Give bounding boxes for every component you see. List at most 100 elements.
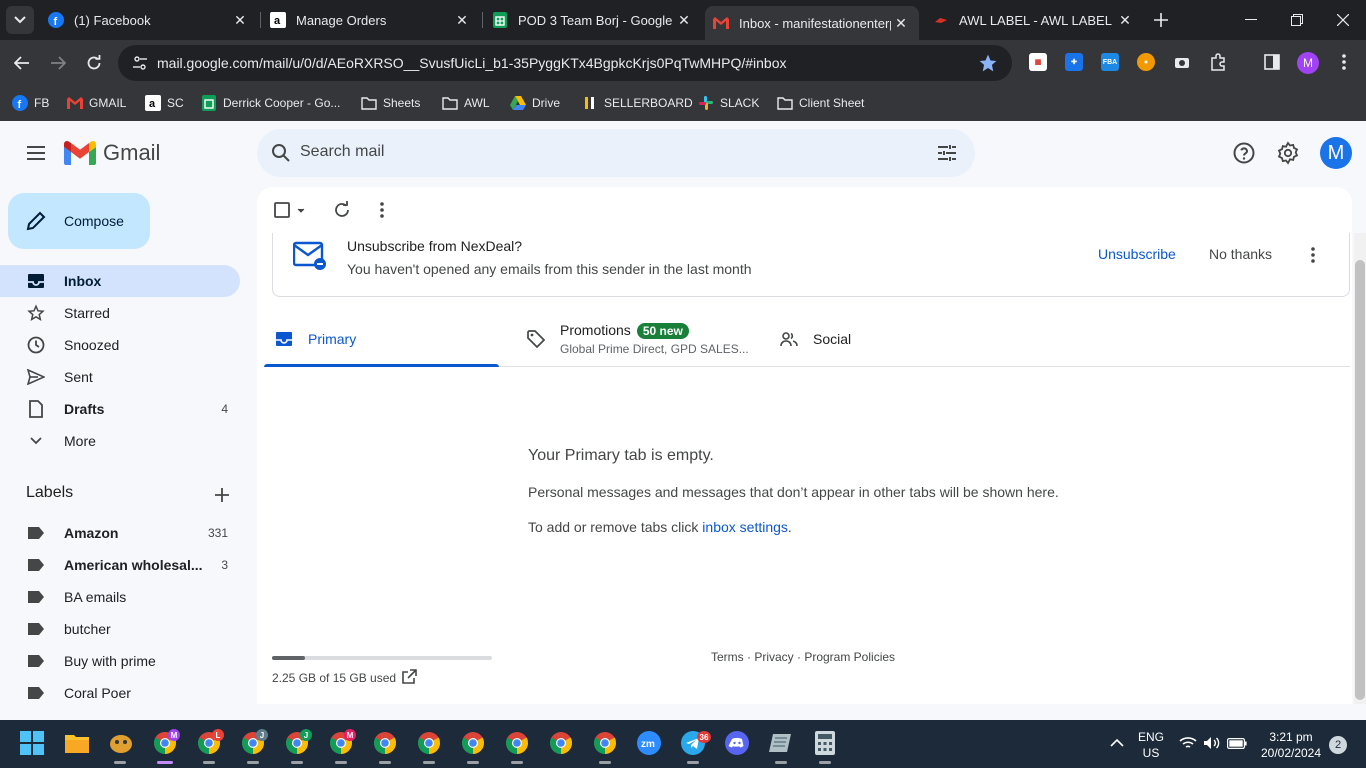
- browser-menu-icon[interactable]: [1335, 53, 1353, 71]
- label-item-buy-with-prime[interactable]: Buy with prime: [0, 645, 240, 677]
- chrome-icon[interactable]: [416, 730, 442, 756]
- label-item-coral-poer[interactable]: Coral Poer: [0, 677, 240, 709]
- browser-tab-gmail-active[interactable]: Inbox - manifestationenterprises ✕: [705, 6, 919, 40]
- close-tab-icon[interactable]: ✕: [674, 10, 694, 30]
- nav-item-starred[interactable]: Starred: [0, 297, 240, 329]
- label-item-american-wholesale[interactable]: American wholesal... 3: [0, 549, 240, 581]
- tab-primary[interactable]: Primary: [274, 310, 356, 367]
- refresh-button[interactable]: [332, 200, 352, 220]
- tray-overflow-chevron-icon[interactable]: [1110, 738, 1124, 748]
- bookmark-drive[interactable]: Drive: [510, 92, 560, 114]
- chrome-icon[interactable]: [504, 730, 530, 756]
- banner-more-icon[interactable]: [1303, 245, 1323, 265]
- more-actions-button[interactable]: [372, 200, 392, 220]
- nav-item-inbox[interactable]: Inbox: [0, 265, 240, 297]
- chrome-icon[interactable]: [372, 730, 398, 756]
- document-app-icon[interactable]: [768, 730, 794, 756]
- extension-icon-2[interactable]: ✚: [1065, 53, 1083, 71]
- label-item-amazon[interactable]: Amazon 331: [0, 517, 240, 549]
- bookmark-sc[interactable]: a SC: [145, 92, 184, 114]
- browser-tab-awl-label[interactable]: AWL LABEL - AWL LABEL ✕: [925, 0, 1143, 40]
- chrome-icon[interactable]: [592, 730, 618, 756]
- discord-icon[interactable]: [724, 730, 750, 756]
- side-panel-icon[interactable]: [1263, 53, 1281, 71]
- battery-icon[interactable]: [1227, 738, 1247, 749]
- input-region[interactable]: US: [1136, 746, 1166, 760]
- fba-extension-icon[interactable]: FBA: [1101, 53, 1119, 71]
- tab-search-button[interactable]: [6, 6, 34, 34]
- nav-item-drafts[interactable]: Drafts 4: [0, 393, 240, 425]
- close-window-button[interactable]: [1320, 0, 1366, 40]
- footer-links[interactable]: Terms · Privacy · Program Policies: [711, 650, 895, 664]
- label-tag-icon: [28, 591, 44, 603]
- address-bar[interactable]: mail.google.com/mail/u/0/d/AEoRXRSO__Svu…: [118, 45, 1012, 81]
- windows-start-icon[interactable]: [19, 730, 45, 756]
- camera-extension-icon[interactable]: [1173, 53, 1191, 71]
- chrome-icon[interactable]: [548, 730, 574, 756]
- restore-button[interactable]: [1274, 0, 1320, 40]
- bookmark-sellerboard[interactable]: SELLERBOARD: [582, 92, 693, 114]
- input-language[interactable]: ENG: [1136, 730, 1166, 744]
- label-item-butcher[interactable]: butcher: [0, 613, 240, 645]
- search-bar[interactable]: Search mail: [257, 129, 975, 177]
- add-label-icon[interactable]: [211, 484, 233, 506]
- site-info-icon[interactable]: [132, 55, 148, 71]
- unsubscribe-button[interactable]: Unsubscribe: [1098, 246, 1176, 262]
- chrome-icon[interactable]: [460, 730, 486, 756]
- bookmark-star-icon[interactable]: [978, 53, 998, 73]
- inbox-settings-link[interactable]: inbox settings: [702, 519, 788, 535]
- gmail-logo[interactable]: Gmail: [64, 140, 160, 166]
- settings-gear-icon[interactable]: [1276, 141, 1300, 165]
- clock-time[interactable]: 3:21 pm: [1256, 730, 1326, 744]
- zoom-icon[interactable]: zm: [636, 730, 662, 756]
- file-explorer-icon[interactable]: [64, 730, 90, 756]
- account-avatar[interactable]: M: [1320, 137, 1352, 169]
- calculator-icon[interactable]: [812, 730, 838, 756]
- profile-badge: J: [256, 729, 268, 741]
- nav-item-sent[interactable]: Sent: [0, 361, 240, 393]
- tab-social[interactable]: Social: [779, 310, 851, 367]
- close-tab-icon[interactable]: ✕: [452, 10, 472, 30]
- bookmark-gmail[interactable]: GMAIL: [67, 92, 126, 114]
- wifi-icon[interactable]: [1179, 736, 1197, 750]
- extension-icon-4[interactable]: ●: [1137, 53, 1155, 71]
- profile-avatar[interactable]: M: [1297, 52, 1319, 74]
- nav-item-snoozed[interactable]: Snoozed: [0, 329, 240, 361]
- help-icon[interactable]: [1232, 141, 1256, 165]
- close-tab-icon[interactable]: ✕: [891, 13, 911, 33]
- scrollbar-thumb[interactable]: [1355, 260, 1365, 700]
- search-options-icon[interactable]: [935, 141, 959, 165]
- new-tab-button[interactable]: [1150, 9, 1172, 31]
- bookmark-slack[interactable]: SLACK: [698, 92, 759, 114]
- bookmark-sheets[interactable]: Sheets: [361, 92, 420, 114]
- close-tab-icon[interactable]: ✕: [230, 10, 250, 30]
- volume-icon[interactable]: [1203, 736, 1221, 750]
- clock-date[interactable]: 20/02/2024: [1256, 746, 1326, 760]
- browser-tab-sheets[interactable]: POD 3 Team Borj - Google Sheets ✕: [484, 0, 702, 40]
- label-item-ba-emails[interactable]: BA emails: [0, 581, 240, 613]
- close-tab-icon[interactable]: ✕: [1115, 10, 1135, 30]
- back-button[interactable]: [9, 51, 35, 75]
- tab-promotions[interactable]: Promotions 50 new Global Prime Direct, GP…: [526, 310, 749, 367]
- open-in-new-icon[interactable]: [401, 669, 417, 685]
- bookmark-fb[interactable]: f FB: [12, 92, 49, 114]
- compose-button[interactable]: Compose: [8, 193, 150, 249]
- bookmark-derrick-cooper[interactable]: Derrick Cooper - Go...: [201, 92, 340, 114]
- browser-tab-manage-orders[interactable]: a Manage Orders ✕: [262, 0, 480, 40]
- search-input[interactable]: Search mail: [300, 143, 384, 161]
- forward-button[interactable]: [45, 51, 71, 75]
- select-all-checkbox[interactable]: [272, 200, 305, 220]
- app-icon[interactable]: [108, 730, 134, 756]
- browser-tab-facebook[interactable]: f (1) Facebook ✕: [40, 0, 258, 40]
- main-menu-icon[interactable]: [24, 141, 48, 165]
- extensions-puzzle-icon[interactable]: [1209, 53, 1227, 71]
- notification-count-badge[interactable]: 2: [1329, 736, 1347, 754]
- search-icon[interactable]: [269, 141, 293, 165]
- extension-icon-1[interactable]: ▦: [1029, 53, 1047, 71]
- bookmark-awl[interactable]: AWL: [442, 92, 490, 114]
- nav-item-more[interactable]: More: [0, 425, 240, 457]
- no-thanks-button[interactable]: No thanks: [1209, 246, 1272, 262]
- minimize-button[interactable]: [1228, 0, 1274, 40]
- bookmark-client-sheet[interactable]: Client Sheet: [777, 92, 864, 114]
- reload-button[interactable]: [81, 51, 107, 75]
